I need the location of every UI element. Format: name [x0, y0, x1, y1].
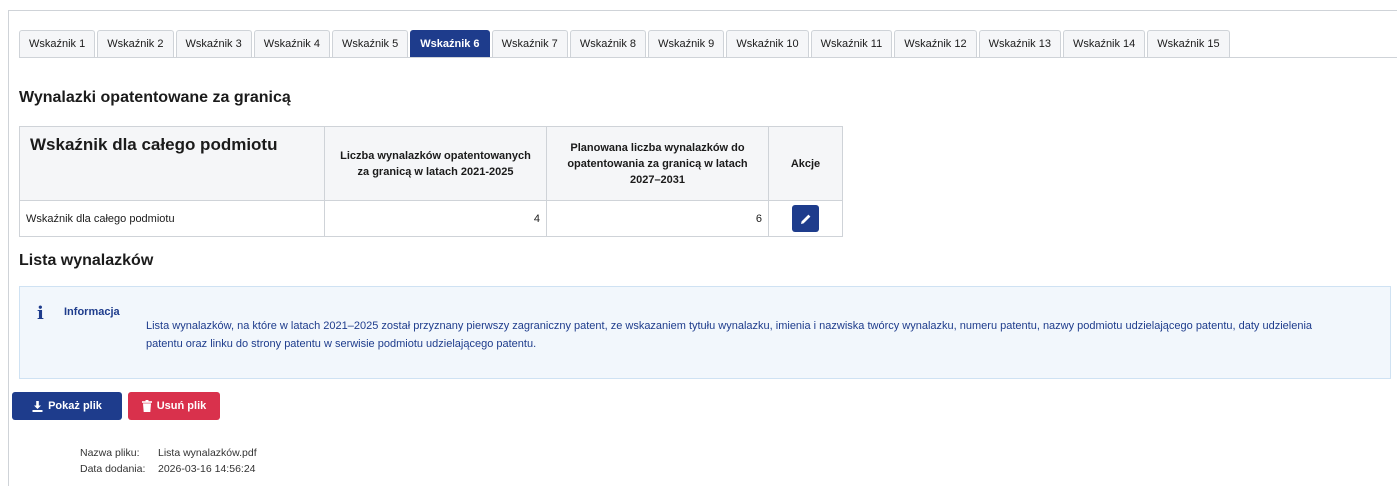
info-text: Lista wynalazków, na które w latach 2021…: [146, 320, 1313, 350]
header-patented-count: Liczba wynalazków opatentowanych za gran…: [324, 126, 547, 201]
header-entity: Wskaźnik dla całego podmiotu: [19, 126, 325, 201]
pencil-icon: [800, 214, 810, 224]
header-planned-count: Planowana liczba wynalazków do opatentow…: [546, 126, 769, 201]
tab-wskaznik-12[interactable]: Wskaźnik 12: [894, 30, 977, 57]
file-date-row: Data dodania: 2026-03-16 14:56:24: [80, 463, 256, 475]
file-name-label: Nazwa pliku:: [80, 447, 140, 459]
tab-wskaznik-11[interactable]: Wskaźnik 11: [810, 30, 893, 57]
tab-wskaznik-6[interactable]: Wskaźnik 6: [410, 30, 490, 57]
tab-wskaznik-3[interactable]: Wskaźnik 3: [175, 30, 252, 57]
tab-wskaznik-9[interactable]: Wskaźnik 9: [648, 30, 725, 57]
delete-file-button[interactable]: Usuń plik: [128, 392, 220, 420]
file-name-value: Lista wynalazków.pdf: [158, 447, 257, 459]
show-file-button[interactable]: Pokaż plik: [12, 392, 122, 420]
file-name-row: Nazwa pliku: Lista wynalazków.pdf: [80, 447, 257, 459]
row-planned-count: 6: [546, 200, 769, 237]
delete-file-label: Usuń plik: [156, 400, 207, 412]
tab-wskaznik-10[interactable]: Wskaźnik 10: [726, 30, 809, 57]
tab-wskaznik-7[interactable]: Wskaźnik 7: [491, 30, 568, 57]
file-date-value: 2026-03-16 14:56:24: [158, 463, 256, 475]
tab-wskaznik-4[interactable]: Wskaźnik 4: [253, 30, 330, 57]
show-file-label: Pokaż plik: [48, 400, 102, 412]
table-header-row: Wskaźnik dla całego podmiotu Liczba wyna…: [19, 126, 843, 201]
row-actions: [768, 200, 843, 237]
indicator-table: Wskaźnik dla całego podmiotu Liczba wyna…: [19, 126, 843, 237]
tab-wskaznik-1[interactable]: Wskaźnik 1: [19, 30, 96, 57]
row-patented-count: 4: [324, 200, 547, 237]
tab-wskaznik-13[interactable]: Wskaźnik 13: [978, 30, 1061, 57]
tab-wskaznik-5[interactable]: Wskaźnik 5: [332, 30, 409, 57]
tab-wskaznik-2[interactable]: Wskaźnik 2: [97, 30, 174, 57]
info-icon: i: [37, 303, 44, 324]
download-icon: [32, 400, 43, 412]
table-row: Wskaźnik dla całego podmiotu 4 6: [19, 200, 843, 237]
edit-button[interactable]: [792, 205, 819, 232]
indicator-tabs: Wskaźnik 1 Wskaźnik 2 Wskaźnik 3 Wskaźnik 4…: [19, 30, 1397, 58]
info-box: i Informacja Lista wynalazków, na które …: [19, 286, 1391, 379]
tab-wskaznik-8[interactable]: Wskaźnik 8: [569, 30, 647, 57]
tab-wskaznik-14[interactable]: Wskaźnik 14: [1062, 30, 1146, 57]
trash-icon: [141, 400, 152, 412]
tab-wskaznik-15[interactable]: Wskaźnik 15: [1147, 30, 1230, 57]
info-label: Informacja: [64, 306, 120, 318]
row-entity-name: Wskaźnik dla całego podmiotu: [19, 200, 325, 237]
header-actions: Akcje: [768, 126, 843, 201]
file-date-label: Data dodania:: [80, 463, 146, 475]
section-title-patents: Wynalazki opatentowane za granicą: [19, 89, 291, 106]
section-title-inventions-list: Lista wynalazków: [19, 252, 154, 269]
